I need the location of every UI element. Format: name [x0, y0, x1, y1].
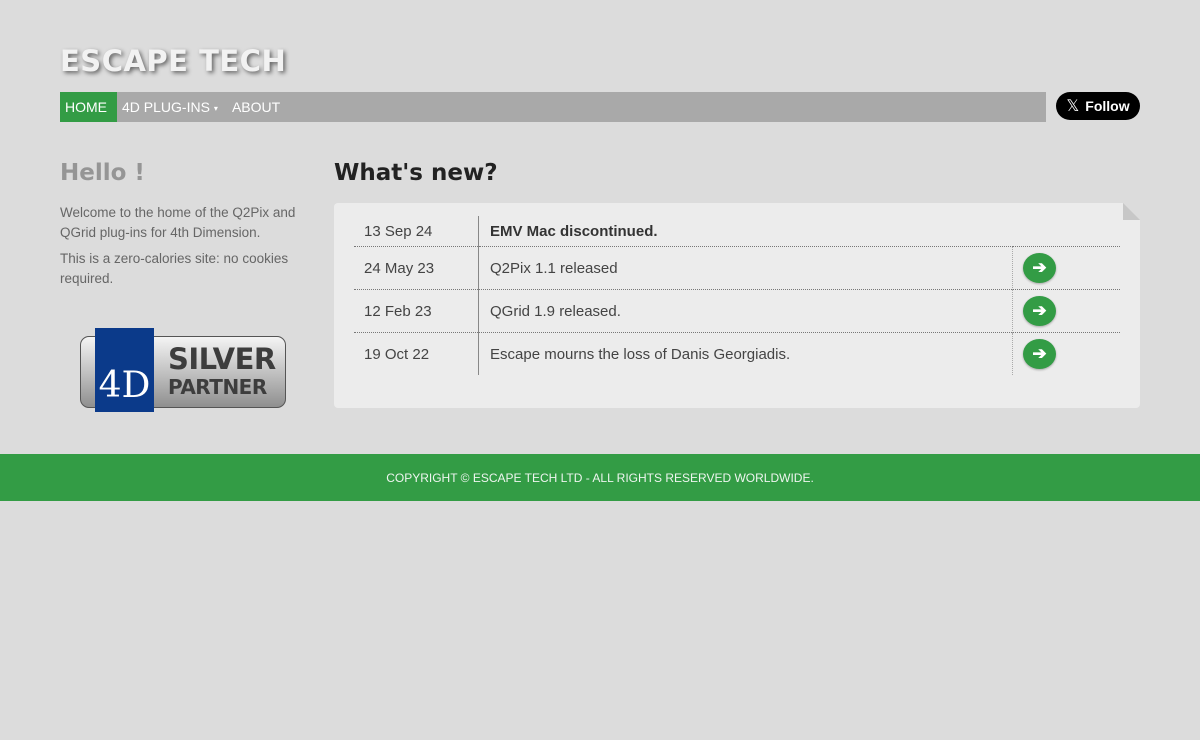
- arrow-right-icon[interactable]: ➔: [1023, 253, 1056, 283]
- badge-line-partner: PARTNER: [168, 375, 267, 399]
- follow-label: Follow: [1085, 98, 1130, 114]
- page-curl-decoration: [1123, 203, 1140, 220]
- badge-line-silver: SILVER: [168, 342, 276, 376]
- news-link-cell: ➔: [1012, 246, 1120, 290]
- news-title: Escape mourns the loss of Danis Georgiad…: [478, 332, 1013, 375]
- nav-about-label: ABOUT: [231, 99, 281, 115]
- arrow-right-icon[interactable]: ➔: [1023, 296, 1056, 326]
- site-footer: COPYRIGHT © ESCAPE TECH LTD - ALL RIGHTS…: [0, 454, 1200, 501]
- nav-4d-plugins[interactable]: 4D PLUG-INS ▾: [117, 92, 227, 122]
- news-table: 13 Sep 24 EMV Mac discontinued. 24 May 23 Q…: [354, 216, 1120, 375]
- news-link-cell: ➔: [1012, 289, 1120, 333]
- copyright-text: COPYRIGHT © ESCAPE TECH LTD - ALL RIGHTS…: [386, 470, 814, 485]
- 4d-logo-icon: 4D: [95, 328, 154, 412]
- news-title: EMV Mac discontinued.: [490, 222, 658, 240]
- news-title: Q2Pix 1.1 released: [478, 246, 1013, 290]
- main-navbar: HOME 4D PLUG-INS ▾ ABOUT: [60, 92, 1046, 122]
- news-heading: What's new?: [334, 160, 498, 186]
- news-panel: 13 Sep 24 EMV Mac discontinued. 24 May 23 Q…: [334, 203, 1140, 408]
- chevron-down-icon: ▾: [213, 103, 218, 113]
- news-date: 24 May 23: [354, 246, 479, 290]
- nav-home-label: HOME: [65, 99, 107, 115]
- x-follow-button[interactable]: 𝕏 Follow: [1056, 92, 1140, 120]
- welcome-text: Welcome to the home of the Q2Pix and QGr…: [60, 205, 296, 240]
- news-row: 13 Sep 24 EMV Mac discontinued.: [354, 216, 1120, 247]
- news-row: 19 Oct 22 Escape mourns the loss of Danis…: [354, 332, 1120, 375]
- x-logo-icon: 𝕏: [1066, 98, 1080, 115]
- news-row: 24 May 23 Q2Pix 1.1 released ➔: [354, 246, 1120, 290]
- nav-about[interactable]: ABOUT: [227, 92, 289, 122]
- nav-home[interactable]: HOME: [60, 92, 117, 122]
- arrow-right-icon[interactable]: ➔: [1023, 339, 1056, 369]
- nav-4d-plugins-label: 4D PLUG-INS: [122, 99, 210, 115]
- news-row: 12 Feb 23 QGrid 1.9 released. ➔: [354, 289, 1120, 333]
- news-date: 12 Feb 23: [354, 289, 479, 333]
- site-logo-text[interactable]: ESCAPE TECH: [60, 44, 286, 78]
- cookie-notice-text: This is a zero-calories site: no cookies…: [60, 251, 289, 286]
- news-link-cell: ➔: [1012, 332, 1120, 375]
- news-date: 13 Sep 24: [354, 216, 479, 247]
- 4d-silver-partner-badge: 4D SILVER PARTNER: [80, 328, 286, 412]
- sidebar-heading: Hello !: [60, 160, 145, 186]
- news-title: QGrid 1.9 released.: [478, 289, 1013, 333]
- news-date: 19 Oct 22: [354, 332, 479, 375]
